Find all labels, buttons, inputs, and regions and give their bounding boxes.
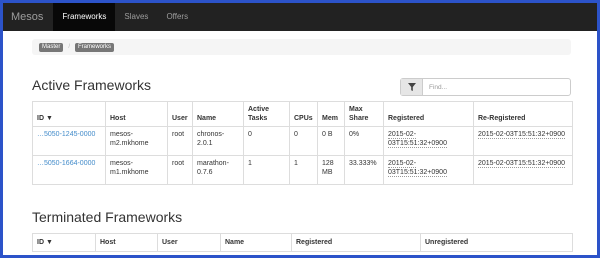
framework-id-link[interactable]: …5050-1664-0000: [37, 160, 95, 167]
active-frameworks-title: Active Frameworks: [32, 77, 152, 93]
col-unregistered[interactable]: Unregistered: [420, 233, 573, 252]
cell-host: mesos-m1.mkhome: [105, 155, 168, 185]
breadcrumb-separator: /: [68, 44, 71, 50]
nav-slaves[interactable]: Slaves: [115, 3, 157, 31]
nav-frameworks[interactable]: Frameworks: [53, 3, 116, 31]
breadcrumb-frameworks[interactable]: Frameworks: [75, 42, 115, 52]
cell-mem: 0 B: [317, 126, 345, 156]
col-registered[interactable]: Registered: [291, 233, 421, 252]
col-name[interactable]: Name: [192, 101, 244, 127]
active-frameworks-header: Active Frameworks: [32, 77, 151, 93]
col-max-share[interactable]: Max Share: [344, 101, 384, 127]
col-active-tasks[interactable]: Active Tasks: [243, 101, 290, 127]
cell-name: chronos-2.0.1: [192, 126, 244, 156]
col-reregistered[interactable]: Re-Registered: [473, 101, 573, 127]
cell-share: 33.333%: [344, 155, 384, 185]
top-navbar: Mesos Frameworks Slaves Offers: [3, 3, 597, 31]
cell-host: mesos-m2.mkhome: [105, 126, 168, 156]
cell-id: …5050-1245-0000: [32, 126, 106, 156]
cell-reregistered: 2015-02-03T15:51:32+0900: [473, 155, 573, 185]
brand-logo[interactable]: Mesos: [11, 11, 43, 23]
framework-filter: [400, 78, 571, 96]
cell-user: root: [167, 155, 193, 185]
filter-input[interactable]: [423, 79, 563, 95]
cell-mem: 128 MB: [317, 155, 345, 185]
cell-name: marathon-0.7.6: [192, 155, 244, 185]
nav-offers[interactable]: Offers: [157, 3, 197, 31]
terminated-frameworks-header: Terminated Frameworks: [32, 209, 182, 225]
col-host[interactable]: Host: [95, 233, 158, 252]
col-cpus[interactable]: CPUs: [289, 101, 318, 127]
breadcrumb: Master / Frameworks: [32, 39, 571, 55]
table-row: …5050-1245-0000 mesos-m2.mkhome root chr…: [32, 126, 573, 156]
cell-user: root: [167, 126, 193, 156]
cell-registered: 2015-02-03T15:51:32+0900: [383, 126, 474, 156]
cell-cpus: 1: [289, 155, 318, 185]
cell-tasks: 1: [243, 155, 290, 185]
col-id[interactable]: ID ▼: [32, 233, 96, 252]
registered-timestamp: 2015-02-03T15:51:32+0900: [388, 160, 447, 177]
col-mem[interactable]: Mem: [317, 101, 345, 127]
registered-timestamp: 2015-02-03T15:51:32+0900: [388, 131, 447, 148]
cell-share: 0%: [344, 126, 384, 156]
filter-icon: [407, 83, 416, 91]
col-id[interactable]: ID ▼: [32, 101, 106, 127]
cell-id: …5050-1664-0000: [32, 155, 106, 185]
cell-tasks: 0: [243, 126, 290, 156]
table-row: …5050-1664-0000 mesos-m1.mkhome root mar…: [32, 155, 573, 185]
terminated-frameworks-title: Terminated Frameworks: [32, 209, 183, 225]
col-registered[interactable]: Registered: [383, 101, 474, 127]
cell-cpus: 0: [289, 126, 318, 156]
reregistered-timestamp: 2015-02-03T15:51:32+0900: [478, 131, 565, 139]
col-user[interactable]: User: [167, 101, 193, 127]
framework-id-link[interactable]: …5050-1245-0000: [37, 131, 95, 138]
col-host[interactable]: Host: [105, 101, 168, 127]
col-name[interactable]: Name: [220, 233, 292, 252]
breadcrumb-master[interactable]: Master: [39, 42, 64, 52]
filter-button[interactable]: [401, 79, 423, 95]
active-frameworks-table: ID ▼ Host User Name Active Tasks CPUs Me…: [32, 101, 573, 185]
table-header-row: ID ▼ Host User Name Registered Unregiste…: [32, 233, 573, 252]
reregistered-timestamp: 2015-02-03T15:51:32+0900: [478, 160, 565, 168]
cell-reregistered: 2015-02-03T15:51:32+0900: [473, 126, 573, 156]
app-window: Mesos Frameworks Slaves Offers Master / …: [3, 3, 597, 255]
terminated-frameworks-table: ID ▼ Host User Name Registered Unregiste…: [32, 233, 573, 252]
col-user[interactable]: User: [157, 233, 221, 252]
table-header-row: ID ▼ Host User Name Active Tasks CPUs Me…: [32, 101, 573, 127]
cell-registered: 2015-02-03T15:51:32+0900: [383, 155, 474, 185]
